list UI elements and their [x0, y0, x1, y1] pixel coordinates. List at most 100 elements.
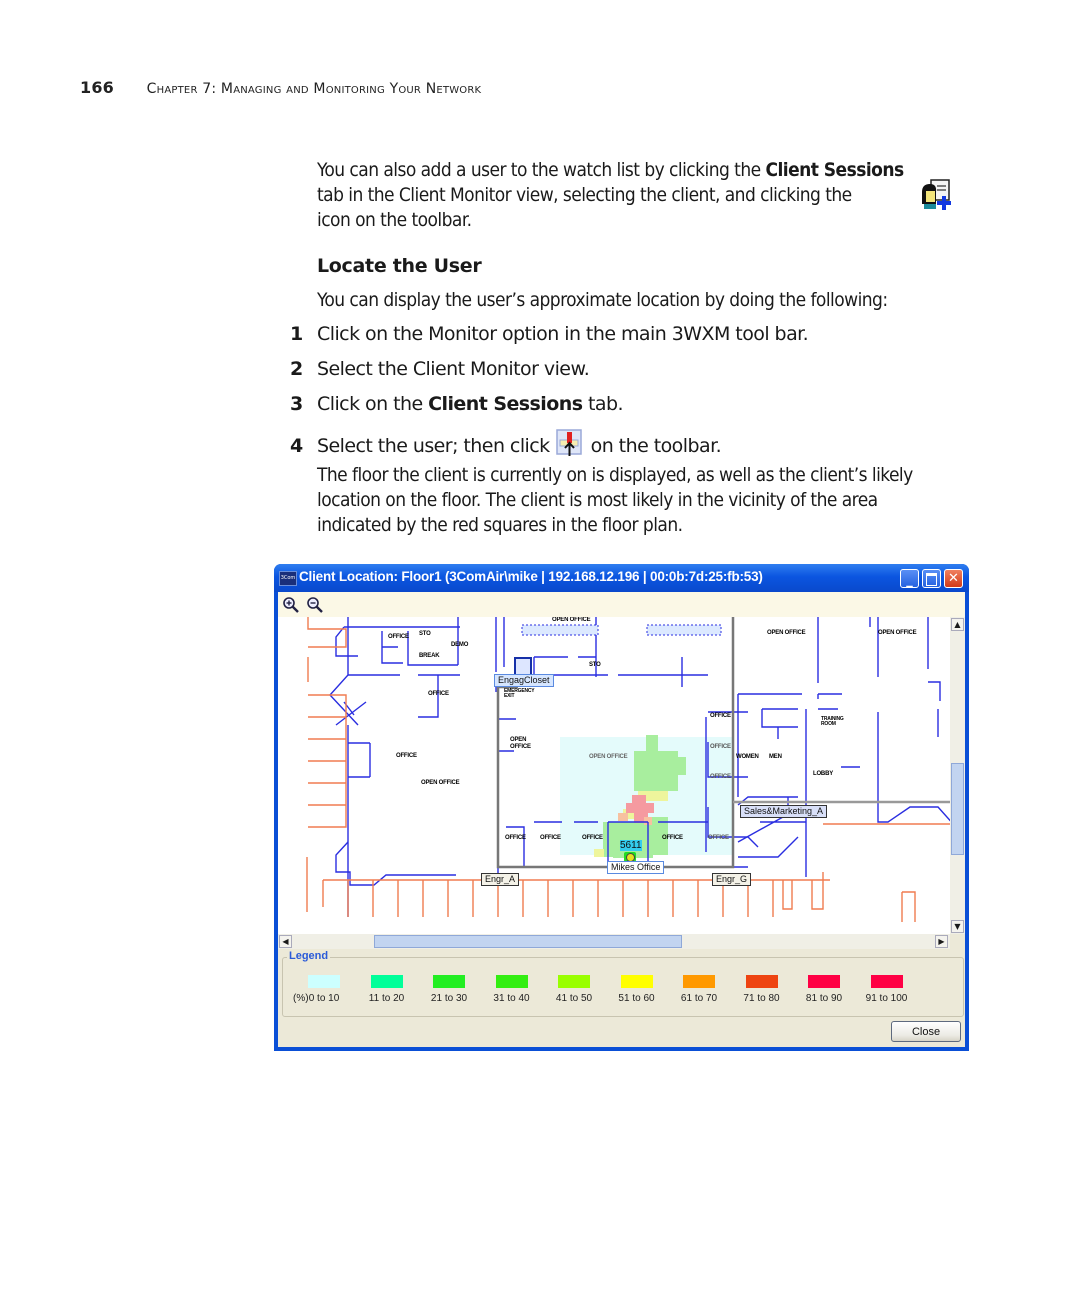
map-label-engr-a[interactable]: Engr_A: [481, 873, 520, 886]
zoom-in-icon[interactable]: [282, 596, 300, 614]
legend-label: 71 to 80: [743, 993, 780, 1004]
chapter-title: Chapter 7: Managing and Monitoring Your …: [146, 81, 482, 97]
room-label: OPEN OFFICE: [589, 754, 628, 760]
title-bar[interactable]: 3Com Client Location: Floor1 (3ComAir\mi…: [274, 564, 969, 592]
step-1: 1 Click on the Monitor option in the main…: [290, 323, 809, 345]
room-label: TRAINING ROOM: [821, 716, 844, 727]
closing-line: The floor the client is currently on is …: [317, 464, 913, 486]
intro-text: You can also add a user to the watch lis…: [317, 159, 766, 181]
cubicle-row: [646, 624, 722, 636]
legend-unit: (%): [293, 993, 309, 1004]
floor-plan-drawing: [306, 617, 950, 922]
room-label: OFFICE: [710, 774, 731, 780]
horizontal-scroll-thumb[interactable]: [374, 935, 682, 948]
intro-paragraph: You can also add a user to the watch lis…: [317, 158, 977, 233]
scroll-left-button[interactable]: ◀: [279, 935, 292, 948]
floor-plan-map[interactable]: OFFICE STO DEMO BREAK OFFICE OFFICE OPEN…: [278, 617, 950, 934]
intro-text: icon on the toolbar.: [317, 209, 472, 231]
window-title: Client Location: Floor1 (3ComAir\mike | …: [299, 569, 763, 584]
closing-paragraph: The floor the client is currently on is …: [317, 463, 977, 538]
room-label: MEN: [769, 754, 782, 760]
room-label: OFFICE: [428, 691, 449, 697]
legend-swatch: [370, 975, 403, 988]
section-lead: You can display the user’s approximate l…: [317, 289, 888, 311]
legend-swatch: [433, 975, 465, 988]
window-client-area: OFFICE STO DEMO BREAK OFFICE OFFICE OPEN…: [278, 592, 965, 1047]
close-window-button[interactable]: ✕: [944, 569, 963, 588]
step-number: 2: [290, 358, 303, 380]
legend-panel: Legend (%) 0 to 10 11 to 20 21 to 30 31 to …: [282, 950, 964, 1017]
legend-swatch: [308, 975, 340, 988]
legend-label: 91 to 100: [865, 993, 908, 1004]
legend-label: 81 to 90: [805, 993, 843, 1004]
step-text: Select the Client Monitor view.: [317, 358, 590, 380]
section-heading: Locate the User: [317, 255, 482, 277]
legend-swatch: [745, 975, 778, 988]
legend-swatch: [870, 975, 903, 988]
room-label: OFFICE: [708, 835, 729, 841]
room-label: WOMEN: [736, 754, 759, 760]
room-label: OFFICE: [582, 835, 603, 841]
step-text: on the toolbar.: [590, 435, 722, 457]
step-text: Click on the Monitor option in the main …: [317, 323, 809, 345]
room-label: OPEN OFFICE: [878, 630, 917, 636]
room-label: OFFICE: [710, 713, 731, 719]
room-label: BREAK: [419, 653, 440, 659]
map-label-mikes-office[interactable]: Mikes Office: [607, 861, 665, 874]
minimize-button[interactable]: _: [900, 569, 919, 588]
scroll-right-button[interactable]: ▶: [935, 935, 948, 948]
legend-label: 61 to 70: [680, 993, 718, 1004]
legend-swatch: [495, 975, 528, 988]
room-label: OPEN OFFICE: [510, 737, 531, 750]
room-label: EMERGENCY EXIT: [504, 688, 535, 699]
legend-swatch: [808, 975, 840, 988]
add-to-watch-list-icon: [919, 178, 951, 210]
scroll-down-button[interactable]: ▼: [951, 920, 964, 933]
app-icon: 3Com: [279, 571, 297, 586]
room-label: STO: [589, 662, 601, 668]
room-label: OPEN OFFICE: [552, 617, 591, 623]
client-sessions-term: Client Sessions: [765, 159, 904, 181]
legend-swatch: [683, 975, 715, 988]
client-sessions-term: Client Sessions: [428, 393, 583, 415]
step-2: 2 Select the Client Monitor view.: [290, 358, 590, 380]
room-label: OFFICE: [710, 744, 731, 750]
room-label: OPEN OFFICE: [767, 630, 806, 636]
room-label: OFFICE: [540, 835, 561, 841]
maximize-icon: [923, 570, 940, 587]
legend-label: 0 to 10: [308, 993, 340, 1004]
close-icon: ✕: [948, 571, 959, 586]
map-label-engr-g[interactable]: Engr_G: [712, 873, 752, 886]
closing-line: location on the floor. The client is mos…: [317, 489, 878, 511]
room-label: LOBBY: [813, 771, 834, 777]
room-label: OPEN OFFICE: [421, 780, 460, 786]
legend-label: 11 to 20: [368, 993, 405, 1004]
access-point-id[interactable]: 5611: [620, 840, 642, 851]
zoom-out-icon[interactable]: [306, 596, 324, 614]
maximize-button[interactable]: [922, 569, 941, 588]
vertical-scrollbar[interactable]: ▲ ▼: [950, 617, 965, 934]
legend-label: 41 to 50: [555, 993, 593, 1004]
map-label-sales-marketing[interactable]: Sales&Marketing_A: [740, 805, 828, 818]
room-label: DEMO: [451, 642, 469, 648]
close-button[interactable]: Close: [891, 1021, 961, 1042]
legend-swatch: [558, 975, 590, 988]
step-4: 4 Select the user; then click on the tool…: [290, 428, 722, 458]
scroll-up-button[interactable]: ▲: [951, 618, 964, 631]
step-3: 3 Click on the Client Sessions tab.: [290, 393, 624, 415]
legend-label: 21 to 30: [430, 993, 468, 1004]
vertical-scroll-thumb[interactable]: [951, 763, 964, 855]
room-label: OFFICE: [505, 835, 526, 841]
cubicle-row: [521, 624, 599, 636]
step-text: Select the user; then click: [317, 435, 556, 457]
horizontal-scrollbar[interactable]: ◀ ▶: [278, 934, 950, 949]
minimize-icon: _: [906, 573, 913, 588]
step-text: Click on the: [317, 393, 429, 415]
step-number: 1: [290, 323, 303, 345]
legend-title: Legend: [287, 950, 331, 962]
room-label: OFFICE: [662, 835, 683, 841]
step-number: 3: [290, 393, 303, 415]
step-text: tab.: [582, 393, 624, 415]
map-label-engr-closet[interactable]: EngagCloset: [494, 674, 554, 687]
map-toolbar: [278, 592, 965, 617]
